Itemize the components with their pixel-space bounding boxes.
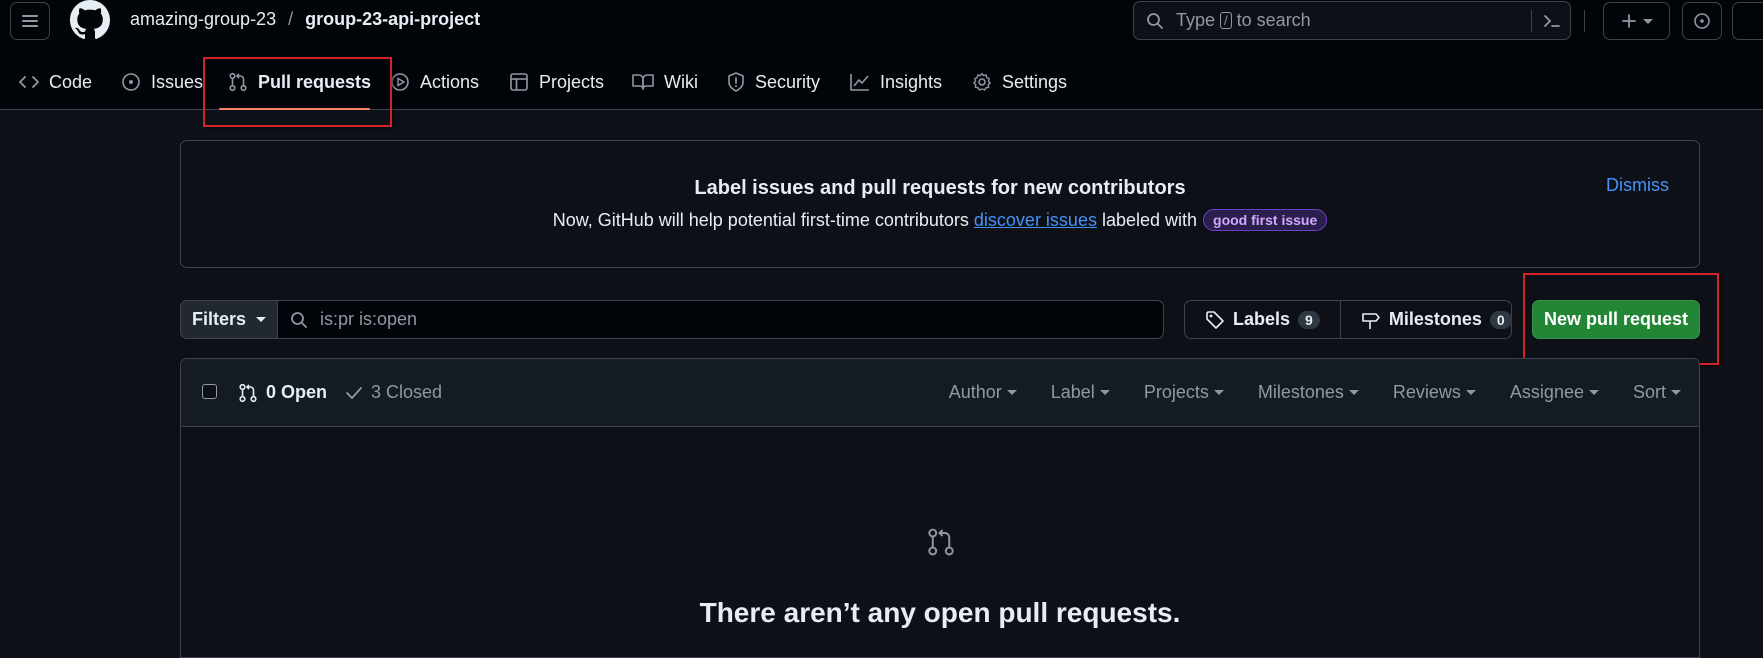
chevron-down-icon: [1348, 390, 1359, 395]
terminal-icon: [1544, 15, 1560, 27]
breadcrumb-separator: /: [288, 9, 294, 29]
chevron-down-icon: [1099, 390, 1110, 395]
pull-request-list: 0 Open 3 Closed Author Label Projects Mi…: [180, 358, 1700, 658]
tab-security[interactable]: Security: [727, 62, 820, 102]
banner-title: Label issues and pull requests for new c…: [694, 177, 1186, 199]
command-palette-button[interactable]: [1531, 10, 1562, 32]
search-icon: [291, 311, 307, 328]
owner-link[interactable]: amazing-group-23: [130, 9, 276, 30]
book-icon: [632, 74, 654, 90]
select-all-checkbox[interactable]: [202, 384, 217, 399]
breadcrumb: amazing-group-23 / group-23-api-project: [130, 9, 480, 30]
code-icon: [19, 76, 39, 88]
tag-icon: [1206, 310, 1224, 329]
search-input[interactable]: Type / to search: [1133, 1, 1571, 40]
top-bar: amazing-group-23 / group-23-api-project …: [0, 0, 1763, 42]
check-icon: [346, 386, 362, 399]
discover-issues-link[interactable]: discover issues: [974, 210, 1097, 231]
empty-state-title: There aren’t any open pull requests.: [699, 597, 1181, 628]
sort-filters: Author Label Projects Milestones Reviews…: [949, 382, 1681, 403]
search-icon: [1147, 12, 1163, 29]
git-pull-request-icon: [229, 72, 247, 92]
labels-count: 9: [1298, 310, 1320, 329]
menu-button[interactable]: [10, 2, 50, 40]
tab-issues[interactable]: Issues: [121, 62, 203, 102]
issue-opened-icon: [122, 73, 140, 91]
search-query: is:pr is:open: [320, 309, 418, 329]
new-pull-request-button[interactable]: New pull request: [1532, 300, 1700, 339]
sort-dropdown[interactable]: Sort: [1633, 382, 1681, 403]
tab-projects[interactable]: Projects: [509, 62, 604, 102]
hamburger-icon: [22, 15, 38, 27]
issue-opened-icon: [1694, 13, 1710, 29]
banner-text: Now, GitHub will help potential first-ti…: [181, 209, 1699, 231]
tab-code[interactable]: Code: [19, 62, 92, 102]
repo-navigation: Code Issues Pull requests Actions Projec…: [0, 42, 1763, 110]
assignee-dropdown[interactable]: Assignee: [1510, 382, 1599, 403]
list-header: 0 Open 3 Closed Author Label Projects Mi…: [181, 359, 1699, 427]
open-filter[interactable]: 0 Open: [238, 382, 327, 403]
tab-settings[interactable]: Settings: [972, 62, 1067, 102]
gear-icon: [973, 72, 991, 91]
milestones-button[interactable]: Milestones 0: [1339, 301, 1532, 338]
chevron-down-icon: [1642, 18, 1653, 24]
milestones-dropdown[interactable]: Milestones: [1258, 382, 1359, 403]
tab-wiki[interactable]: Wiki: [632, 62, 698, 102]
chevron-down-icon: [256, 317, 267, 322]
search-shortcut-key: /: [1220, 12, 1232, 29]
create-new-button[interactable]: [1603, 2, 1670, 40]
labels-milestones-group: Labels 9 Milestones 0: [1184, 300, 1512, 339]
table-icon: [510, 73, 528, 91]
filters-button[interactable]: Filters: [180, 300, 278, 339]
closed-filter[interactable]: 3 Closed: [345, 382, 442, 403]
shield-icon: [728, 72, 744, 92]
tab-pull-requests[interactable]: Pull requests: [228, 62, 371, 102]
label-dropdown[interactable]: Label: [1051, 382, 1110, 403]
state-filters: 0 Open 3 Closed: [238, 382, 442, 403]
chevron-down-icon: [1671, 390, 1681, 395]
chevron-down-icon: [1213, 390, 1224, 395]
github-logo-icon[interactable]: [70, 0, 110, 40]
selected-tab-indicator: [219, 108, 370, 110]
chevron-down-icon: [1006, 390, 1017, 395]
chevron-down-icon: [1465, 390, 1476, 395]
play-icon: [391, 73, 409, 91]
milestones-count: 0: [1489, 310, 1512, 329]
repo-link[interactable]: group-23-api-project: [305, 9, 480, 30]
labels-button[interactable]: Labels 9: [1185, 301, 1340, 338]
your-pull-requests-button[interactable]: [1732, 2, 1763, 40]
search-placeholder: Type / to search: [1176, 10, 1311, 30]
tab-insights[interactable]: Insights: [850, 62, 942, 102]
your-issues-button[interactable]: [1682, 2, 1722, 40]
author-dropdown[interactable]: Author: [949, 382, 1017, 403]
pr-search-input[interactable]: is:pr is:open: [277, 300, 1164, 339]
graph-icon: [850, 74, 869, 91]
contributors-banner: Label issues and pull requests for new c…: [180, 140, 1700, 268]
chevron-down-icon: [1588, 390, 1599, 395]
dismiss-button[interactable]: Dismiss: [1606, 175, 1669, 196]
milestone-icon: [1362, 312, 1380, 329]
git-pull-request-icon: [239, 383, 257, 402]
plus-icon: [1621, 14, 1636, 28]
git-pull-request-icon: [926, 527, 956, 557]
projects-dropdown[interactable]: Projects: [1144, 382, 1224, 403]
reviews-dropdown[interactable]: Reviews: [1393, 382, 1476, 403]
top-bar-divider: [1584, 10, 1585, 32]
tab-actions[interactable]: Actions: [390, 62, 479, 102]
good-first-issue-label[interactable]: good first issue: [1203, 209, 1328, 231]
